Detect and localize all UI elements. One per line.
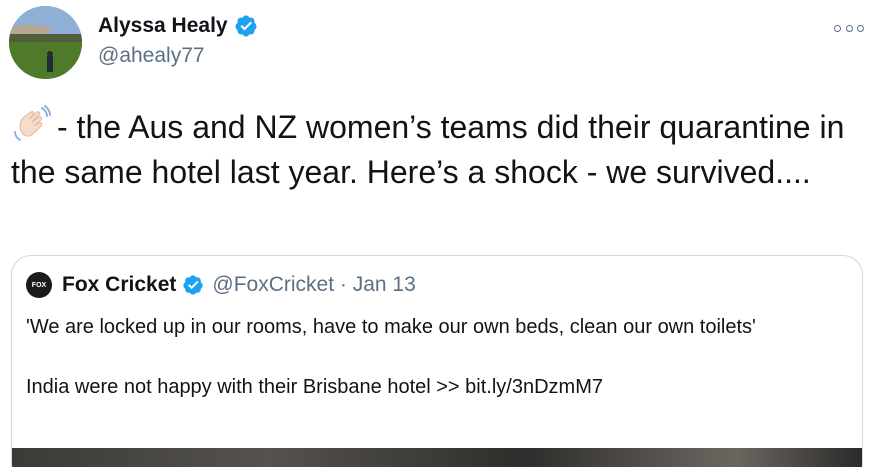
- quoted-line-1: 'We are locked up in our rooms, have to …: [26, 316, 756, 338]
- quoted-tweet-header: FOX Fox Cricket @FoxCricket · Jan 13: [26, 272, 416, 298]
- more-options-button[interactable]: [834, 20, 864, 36]
- tweet-body: - the Aus and NZ women’s teams did their…: [11, 109, 845, 190]
- quoted-media-image[interactable]: [12, 448, 862, 467]
- quoted-author-name[interactable]: Fox Cricket: [62, 273, 176, 297]
- dot-icon: [857, 24, 864, 32]
- avatar[interactable]: [9, 6, 82, 79]
- quoted-tweet-card[interactable]: FOX Fox Cricket @FoxCricket · Jan 13 'We…: [11, 255, 863, 467]
- fox-logo-text: FOX: [31, 281, 47, 289]
- author-name[interactable]: Alyssa Healy: [98, 14, 228, 38]
- verified-badge-icon: [235, 15, 257, 37]
- verified-badge-icon: [183, 275, 203, 295]
- author-name-row[interactable]: Alyssa Healy: [98, 14, 258, 38]
- quoted-handle-date[interactable]: @FoxCricket · Jan 13: [212, 273, 415, 297]
- tweet-text: - the Aus and NZ women’s teams did their…: [11, 104, 871, 195]
- author-handle[interactable]: @ahealy77: [98, 44, 205, 68]
- quoted-line-2: India were not happy with their Brisbane…: [26, 376, 603, 398]
- dot-icon: [834, 24, 841, 32]
- quoted-tweet-body: 'We are locked up in our rooms, have to …: [26, 312, 846, 402]
- waving-hand-icon: [14, 105, 51, 141]
- fox-cricket-avatar[interactable]: FOX: [26, 272, 52, 298]
- dot-icon: [845, 24, 853, 32]
